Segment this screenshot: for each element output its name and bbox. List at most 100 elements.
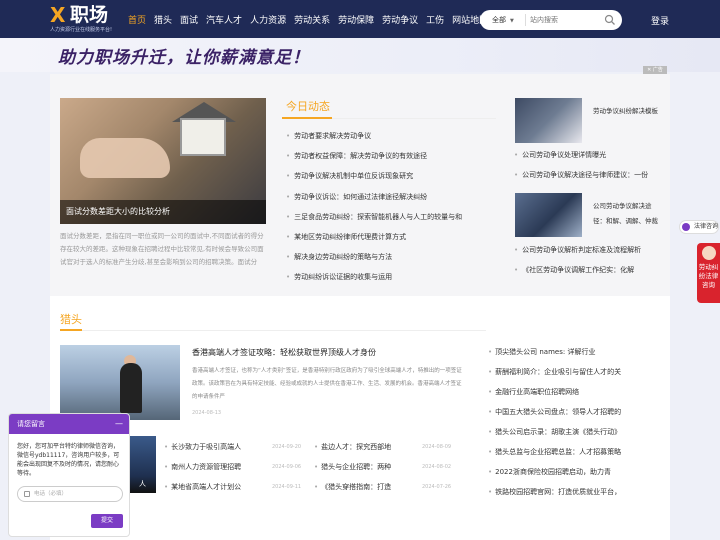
- list-item[interactable]: 解决身边劳动纠纷的策略与方法: [286, 247, 492, 267]
- list-item[interactable]: 《社区劳动争议调解工作纪实：化解: [514, 260, 662, 280]
- grid-row: 某地省高端人才计划公2024-09-11 《猎头穿搭指南：打造2024-07-2…: [164, 477, 464, 497]
- headhunter-feature-desc: 香港高端人才签证，也称为“人才类别”签证，是香港特别行政区政府为了吸引全球高端人…: [192, 368, 462, 400]
- list-item[interactable]: 铁路校园招聘官网：打造优质就业平台，: [488, 482, 648, 502]
- list-item[interactable]: 盐边人才：探究西部地2024-08-09: [314, 442, 464, 452]
- phone-field-placeholder: 电话（必填）: [34, 491, 68, 497]
- list-item[interactable]: 某地省高端人才计划公2024-09-11: [164, 482, 314, 492]
- nav-item-labor-relations[interactable]: 劳动关系: [290, 13, 334, 26]
- message-widget-text: 您好，您可加平台特约律师微信咨询，微信号ydb11117，咨询用户较多，可能会出…: [17, 443, 120, 477]
- list-item[interactable]: 金融行业高端职位招聘网络: [488, 382, 648, 402]
- list-item[interactable]: 猎头与企业招聘：两种2024-08-02: [314, 462, 464, 472]
- message-widget-title: 请您留言: [17, 420, 45, 428]
- main-nav: 首页 猎头 面试 汽车人才 人力资源 劳动关系 劳动保障 劳动争议 工伤 网站地…: [124, 0, 492, 38]
- list-item-date: 2024-08-09: [422, 444, 452, 450]
- nav-item-labor-disputes[interactable]: 劳动争议: [378, 13, 422, 26]
- side-list: 公司劳动争议处理详情曝光 公司劳动争议解决途径与律师建议：一份: [514, 145, 662, 185]
- title-underline: [60, 329, 82, 331]
- headhunter-feature-date: 2024-08-13: [192, 410, 222, 416]
- list-item-date: 2024-09-11: [272, 484, 302, 490]
- list-item-date: 2024-08-02: [422, 464, 452, 470]
- list-item-title[interactable]: 盐边人才：探究西部地: [314, 442, 422, 452]
- logo-slogan: 人力资源行业在线服务平台!: [50, 27, 113, 33]
- side-thumb-title[interactable]: 劳动争议纠纷解决模板: [593, 104, 661, 119]
- side-thumbnail[interactable]: [515, 193, 582, 237]
- side-thumbnail[interactable]: [515, 98, 582, 143]
- featured-description: 面试分数差距，是指在同一职位或同一公司的面试中,不同面试者的得分存在较大的差距。…: [60, 232, 264, 266]
- search-scope-select[interactable]: 全部 ▼: [480, 14, 526, 26]
- list-item-title[interactable]: 猎头与企业招聘：两种: [314, 462, 422, 472]
- logo-mark: X: [50, 3, 66, 27]
- nav-item-auto-talent[interactable]: 汽车人才: [202, 13, 246, 26]
- list-item[interactable]: 长沙致力于吸引高端人2024-09-20: [164, 442, 314, 452]
- legal-consult-label: 法律咨询: [694, 223, 719, 230]
- list-item-title[interactable]: 长沙致力于吸引高端人: [164, 442, 272, 452]
- house-model-shape: [180, 118, 226, 156]
- side-list: 公司劳动争议解析判定标准及流程解析 《社区劳动争议调解工作纪实：化解: [514, 240, 662, 280]
- list-item[interactable]: 某地区劳动纠纷律师代理费计算方式: [286, 227, 492, 247]
- list-item[interactable]: 公司劳动争议解决途径与律师建议：一份: [514, 165, 662, 185]
- list-item-date: 2024-07-26: [422, 484, 452, 490]
- list-item-title[interactable]: 南州人力资源管理招聘: [164, 462, 272, 472]
- list-item[interactable]: 劳动者要求解决劳动争议: [286, 126, 492, 146]
- phone-field[interactable]: 电话（必填）: [17, 486, 123, 502]
- featured-image[interactable]: 面试分数差距大小的比较分析: [60, 98, 266, 224]
- phone-icon: [24, 491, 30, 497]
- login-link[interactable]: 登录: [651, 14, 669, 27]
- search-input[interactable]: [530, 16, 600, 24]
- banner-slogan: 助力职场升迁，让你薪满意足！: [58, 48, 310, 68]
- list-item[interactable]: 薪酬福利简介：企业吸引与留住人才的关: [488, 362, 648, 382]
- avatar: [702, 246, 716, 260]
- hand-shape: [80, 138, 170, 178]
- list-item-date: 2024-09-06: [272, 464, 302, 470]
- chevron-down-icon: ▼: [510, 18, 514, 24]
- list-item[interactable]: 2022浙商保险校园招聘启动，助力青: [488, 462, 648, 482]
- list-item[interactable]: 劳动争议诉讼：如何通过法律途径解决纠纷: [286, 187, 492, 207]
- ad-label-text: 广告: [652, 67, 663, 73]
- list-item[interactable]: 三足食品劳动纠纷：探索智能机器人与人工的较量与和: [286, 207, 492, 227]
- list-item[interactable]: 公司劳动争议处理详情曝光: [514, 145, 662, 165]
- list-item[interactable]: 中国五大猎头公司盘点：领导人才招聘的: [488, 402, 648, 422]
- list-item[interactable]: 劳动争议解决机制中单位反诉现象研究: [286, 166, 492, 186]
- headhunter-feature-image[interactable]: [60, 345, 180, 420]
- headhunter-grid-list: 长沙致力于吸引高端人2024-09-20 盐边人才：探究西部地2024-08-0…: [164, 437, 464, 497]
- minimize-icon[interactable]: —: [115, 414, 123, 434]
- nav-item-headhunter[interactable]: 猎头: [150, 13, 176, 26]
- nav-item-hr[interactable]: 人力资源: [246, 13, 290, 26]
- headhunter-section-title[interactable]: 猎头: [60, 311, 82, 327]
- site-logo[interactable]: X 职场 人力资源行业在线服务平台!: [50, 4, 120, 34]
- search-icon[interactable]: [604, 14, 616, 26]
- list-item[interactable]: 公司劳动争议解析判定标准及流程解析: [514, 240, 662, 260]
- top-navbar: X 职场 人力资源行业在线服务平台! 首页 猎头 面试 汽车人才 人力资源 劳动…: [0, 0, 720, 38]
- nav-item-interview[interactable]: 面试: [176, 13, 202, 26]
- labor-legal-help-label: 劳动纠纷法律咨询: [698, 263, 719, 289]
- labor-legal-help-button[interactable]: 劳动纠纷法律咨询: [697, 243, 720, 303]
- list-item[interactable]: 劳动纠纷诉讼证据的收集与运用: [286, 267, 492, 287]
- featured-caption[interactable]: 面试分数差距大小的比较分析: [60, 200, 266, 224]
- legal-consult-button[interactable]: 法律咨询: [679, 220, 719, 234]
- list-item[interactable]: 猎头公司启示录：胡歌主演《猎头行动》: [488, 422, 648, 442]
- list-item-title[interactable]: 《猎头穿搭指南：打造: [314, 482, 422, 492]
- headhunter-right-list: 顶尖猎头公司 names: 详解行业 薪酬福利简介：企业吸引与留住人才的关 金融…: [488, 342, 648, 502]
- list-item[interactable]: 劳动者权益保障：解决劳动争议的有效途径: [286, 146, 492, 166]
- ad-label[interactable]: ✕ 广告: [643, 66, 667, 74]
- side-thumb-title[interactable]: 公司劳动争议解决途径：和解、调解、仲裁: [593, 199, 661, 229]
- list-item-title[interactable]: 某地省高端人才计划公: [164, 482, 272, 492]
- submit-button[interactable]: 提交: [91, 514, 123, 528]
- message-widget-header[interactable]: 请您留言 —: [9, 414, 129, 434]
- title-underline: [282, 117, 332, 119]
- list-item[interactable]: 顶尖猎头公司 names: 详解行业: [488, 342, 648, 362]
- nav-item-labor-security[interactable]: 劳动保障: [334, 13, 378, 26]
- person-body-shape: [120, 363, 142, 413]
- list-item[interactable]: 南州人力资源管理招聘2024-09-06: [164, 462, 314, 472]
- headhunter-feature-title[interactable]: 香港高端人才签证攻略：轻松获取世界顶级人才身份: [192, 347, 376, 358]
- search-box: 全部 ▼: [480, 10, 622, 30]
- close-icon[interactable]: ✕: [647, 67, 651, 73]
- nav-item-home[interactable]: 首页: [124, 13, 150, 26]
- nav-item-work-injury[interactable]: 工伤: [422, 13, 448, 26]
- grid-row: 南州人力资源管理招聘2024-09-06 猎头与企业招聘：两种2024-08-0…: [164, 457, 464, 477]
- list-item[interactable]: 《猎头穿搭指南：打造2024-07-26: [314, 482, 464, 492]
- list-item[interactable]: 猎头总监与企业招聘总监：人才招募策略: [488, 442, 648, 462]
- divider: [60, 330, 486, 331]
- today-section-title: 今日动态: [286, 100, 330, 113]
- list-item-date: 2024-09-20: [272, 444, 302, 450]
